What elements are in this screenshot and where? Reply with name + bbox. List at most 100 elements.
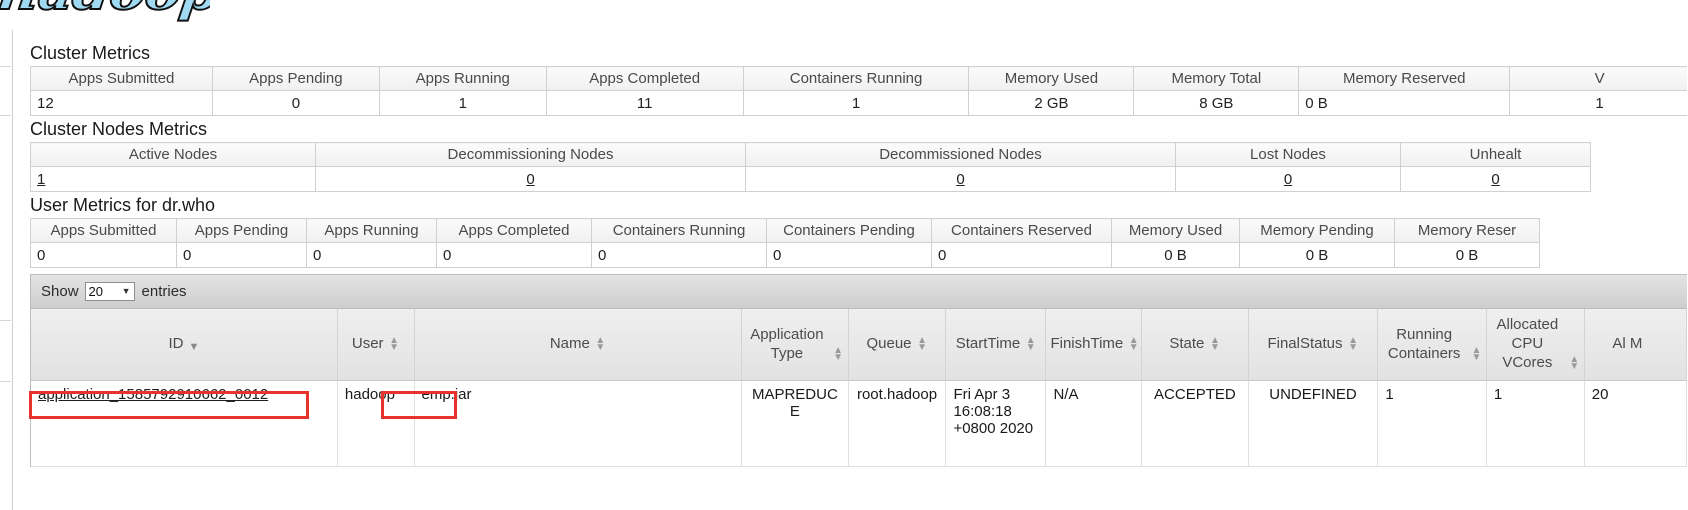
col-memory-total: Memory Total bbox=[1133, 66, 1300, 91]
hadoop-logo-text: hadoop bbox=[0, 0, 210, 24]
sidebar-block-bottom[interactable] bbox=[0, 320, 11, 382]
val-user-containers-pending: 0 bbox=[766, 242, 932, 268]
user-metrics-table: Apps Submitted Apps Pending Apps Running… bbox=[30, 218, 1540, 268]
val-user-apps-running: 0 bbox=[306, 242, 437, 268]
cell-final-status: UNDEFINED bbox=[1248, 380, 1379, 467]
sort-both-icon: ▲ ▼ bbox=[917, 335, 927, 353]
col-memory-reserved: Memory Reserved bbox=[1298, 66, 1511, 91]
col-vcores-used-cut: V bbox=[1509, 66, 1688, 91]
cluster-nodes-value-row: 1 0 0 0 0 bbox=[30, 166, 1591, 192]
val-user-memory-reserved-cut: 0 B bbox=[1394, 242, 1540, 268]
col-memory-used: Memory Used bbox=[968, 66, 1135, 91]
val-user-containers-reserved: 0 bbox=[931, 242, 1112, 268]
applications-datatable-wrapper: Show 20 ▼ entries ID ▲▼ bbox=[30, 274, 1688, 467]
val-apps-running: 1 bbox=[378, 90, 547, 116]
col-app-name[interactable]: Name ▲ ▼ bbox=[414, 309, 743, 381]
val-memory-used: 2 GB bbox=[968, 90, 1135, 116]
val-memory-total: 8 GB bbox=[1133, 90, 1300, 116]
application-id-link[interactable]: application_1585792910662_0012 bbox=[38, 386, 268, 403]
col-state[interactable]: State ▲ ▼ bbox=[1141, 309, 1249, 381]
val-decommissioning-nodes-cell: 0 bbox=[315, 166, 746, 192]
cell-allocated-memory: 20 bbox=[1584, 380, 1688, 467]
col-app-user-label: User bbox=[351, 335, 384, 352]
page-length-select[interactable]: 20 ▼ bbox=[84, 282, 135, 301]
val-user-apps-pending: 0 bbox=[176, 242, 307, 268]
sort-both-icon: ▲ ▼ bbox=[389, 335, 399, 353]
cell-start-time: Fri Apr 3 16:08:18 +0800 2020 bbox=[945, 380, 1047, 467]
col-application-type[interactable]: Application Type ▲ ▼ bbox=[741, 309, 849, 381]
col-queue-label: Queue bbox=[866, 335, 912, 352]
link-active-nodes[interactable]: 1 bbox=[37, 171, 45, 188]
col-allocated-cpu-vcores[interactable]: Allocated CPU VCores ▲ ▼ bbox=[1486, 309, 1585, 381]
val-active-nodes-cell: 1 bbox=[30, 166, 316, 192]
col-user-containers-running: Containers Running bbox=[591, 218, 767, 243]
applications-header-row: ID ▲▼ User ▲▼ Name ▲▼ bbox=[31, 309, 1688, 381]
col-app-id[interactable]: ID ▲▼ bbox=[31, 309, 338, 381]
link-unhealthy-nodes[interactable]: 0 bbox=[1491, 171, 1499, 188]
col-containers-running: Containers Running bbox=[742, 66, 970, 91]
val-apps-pending: 0 bbox=[211, 90, 380, 116]
col-user-containers-reserved: Containers Reserved bbox=[931, 218, 1112, 243]
link-lost-nodes[interactable]: 0 bbox=[1284, 171, 1292, 188]
link-decommissioning-nodes[interactable]: 0 bbox=[526, 171, 534, 188]
cluster-nodes-metrics-table: Active Nodes Decommissioning Nodes Decom… bbox=[30, 142, 1591, 192]
col-user-apps-submitted: Apps Submitted bbox=[30, 218, 177, 243]
sort-desc-icon: ▲▼ bbox=[188, 341, 200, 353]
table-row[interactable]: application_1585792910662_0012 hadoop em… bbox=[31, 380, 1688, 467]
cluster-nodes-metrics-title: Cluster Nodes Metrics bbox=[30, 119, 208, 139]
cluster-nodes-metrics-section: Cluster Nodes Metrics Active Nodes Decom… bbox=[30, 116, 1591, 192]
col-lost-nodes: Lost Nodes bbox=[1175, 142, 1401, 167]
val-lost-nodes-cell: 0 bbox=[1175, 166, 1401, 192]
sidebar-block-top[interactable] bbox=[0, 66, 11, 116]
col-allocated-memory-cut[interactable]: Al M bbox=[1584, 309, 1688, 381]
chevron-down-icon: ▼ bbox=[121, 286, 131, 296]
user-metrics-section: User Metrics for dr.who Apps Submitted A… bbox=[30, 192, 1540, 268]
col-decommissioning-nodes: Decommissioning Nodes bbox=[315, 142, 746, 167]
datatable-toolbar: Show 20 ▼ entries bbox=[31, 275, 1687, 309]
sort-both-icon: ▲ ▼ bbox=[1128, 335, 1139, 353]
hadoop-logo[interactable]: hadoop bbox=[0, 0, 210, 24]
val-user-containers-running: 0 bbox=[591, 242, 767, 268]
col-final-status[interactable]: FinalStatus ▲ ▼ bbox=[1248, 309, 1379, 381]
val-user-apps-submitted: 0 bbox=[30, 242, 177, 268]
col-finish-time-label: FinishTime bbox=[1050, 335, 1124, 352]
page-length-value: 20 bbox=[88, 284, 103, 299]
col-queue[interactable]: Queue ▲ ▼ bbox=[848, 309, 947, 381]
col-app-name-label: Name bbox=[549, 335, 590, 352]
val-memory-reserved: 0 B bbox=[1298, 90, 1511, 116]
col-apps-submitted: Apps Submitted bbox=[30, 66, 213, 91]
yarn-resourcemanager-page: hadoop Cluster Metrics Apps Submitted Ap… bbox=[0, 0, 1688, 510]
col-start-time[interactable]: StartTime ▲ ▼ bbox=[945, 309, 1047, 381]
val-user-memory-pending: 0 B bbox=[1239, 242, 1395, 268]
user-metrics-value-row: 0 0 0 0 0 0 0 0 B 0 B 0 B bbox=[30, 242, 1540, 268]
val-apps-submitted: 12 bbox=[30, 90, 213, 116]
cell-user: hadoop bbox=[337, 380, 415, 467]
val-vcores-used-cut: 1 bbox=[1509, 90, 1688, 116]
col-user-apps-running: Apps Running bbox=[306, 218, 437, 243]
col-user-memory-reserved-cut: Memory Reser bbox=[1394, 218, 1540, 243]
user-metrics-title: User Metrics for dr.who bbox=[30, 195, 216, 215]
cluster-nodes-header-row: Active Nodes Decommissioning Nodes Decom… bbox=[30, 142, 1591, 167]
col-state-label: State bbox=[1169, 335, 1205, 352]
val-containers-running: 1 bbox=[742, 90, 970, 116]
col-app-user[interactable]: User ▲ ▼ bbox=[337, 309, 415, 381]
cell-app-id: application_1585792910662_0012 bbox=[31, 380, 338, 467]
cell-application-type: MAPREDUCE bbox=[741, 380, 849, 467]
sort-both-icon: ▲ ▼ bbox=[1569, 354, 1580, 372]
cell-allocated-cpu-vcores: 1 bbox=[1486, 380, 1585, 467]
sort-both-icon: ▲ ▼ bbox=[1025, 335, 1036, 353]
col-active-nodes: Active Nodes bbox=[30, 142, 316, 167]
sort-both-icon: ▲ ▼ bbox=[595, 335, 606, 353]
col-running-containers[interactable]: Running Containers ▲ ▼ bbox=[1377, 309, 1487, 381]
show-entries-suffix-label: entries bbox=[141, 283, 187, 300]
cluster-metrics-title: Cluster Metrics bbox=[30, 43, 151, 63]
col-user-apps-pending: Apps Pending bbox=[176, 218, 307, 243]
col-user-memory-pending: Memory Pending bbox=[1239, 218, 1395, 243]
sort-both-icon: ▲ ▼ bbox=[1209, 335, 1220, 353]
link-decommissioned-nodes[interactable]: 0 bbox=[956, 171, 964, 188]
sort-both-icon: ▲ ▼ bbox=[1348, 335, 1358, 353]
cluster-metrics-value-row: 12 0 1 11 1 2 GB 8 GB 0 B 1 bbox=[30, 90, 1688, 116]
val-apps-completed: 11 bbox=[545, 90, 744, 116]
val-decommissioned-nodes-cell: 0 bbox=[745, 166, 1176, 192]
col-finish-time[interactable]: FinishTime ▲ ▼ bbox=[1045, 309, 1143, 381]
